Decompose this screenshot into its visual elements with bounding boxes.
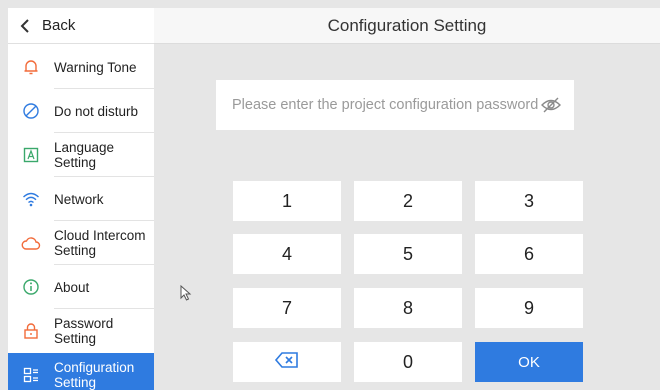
password-field[interactable] — [216, 80, 574, 130]
language-icon — [8, 146, 54, 164]
page-header: Configuration Setting — [154, 8, 660, 44]
key-0[interactable]: 0 — [354, 342, 462, 382]
app-window: Back Warning Tone Do not disturb Languag… — [0, 0, 660, 390]
back-label: Back — [42, 17, 76, 34]
sidebar-item-network[interactable]: Network — [8, 177, 154, 221]
backspace-icon — [274, 351, 300, 374]
key-9[interactable]: 9 — [475, 288, 583, 328]
key-6[interactable]: 6 — [475, 234, 583, 274]
page-title: Configuration Setting — [327, 15, 487, 35]
sidebar-item-label: Cloud Intercom Setting — [54, 228, 146, 258]
sidebar: Back Warning Tone Do not disturb Languag… — [8, 8, 154, 390]
key-5[interactable]: 5 — [354, 234, 462, 274]
key-7[interactable]: 7 — [233, 288, 341, 328]
sidebar-item-configuration-setting[interactable]: Configuration Setting — [8, 353, 154, 390]
mouse-cursor-icon — [180, 284, 192, 301]
sidebar-item-do-not-disturb[interactable]: Do not disturb — [8, 89, 154, 133]
key-2[interactable]: 2 — [354, 181, 462, 221]
no-disturb-icon — [8, 102, 54, 120]
backspace-button[interactable] — [233, 342, 341, 382]
sidebar-item-label: Language Setting — [54, 140, 115, 170]
key-3[interactable]: 3 — [475, 181, 583, 221]
wifi-icon — [8, 190, 54, 208]
sidebar-item-label: Do not disturb — [54, 103, 139, 119]
bell-icon — [8, 58, 54, 76]
cloud-icon — [8, 234, 54, 252]
configuration-icon — [8, 366, 54, 384]
sidebar-item-label: Password Setting — [54, 316, 114, 346]
sidebar-item-label: Configuration Setting — [54, 360, 135, 390]
chevron-left-icon — [8, 18, 42, 34]
main-panel: 1 2 3 4 5 6 7 8 9 0 OK — [154, 45, 660, 390]
info-icon — [8, 278, 54, 296]
sidebar-item-cloud-intercom-setting[interactable]: Cloud Intercom Setting — [8, 221, 154, 265]
sidebar-item-about[interactable]: About — [8, 265, 154, 309]
sidebar-item-label: About — [54, 279, 90, 295]
ok-button[interactable]: OK — [475, 342, 583, 382]
back-button[interactable]: Back — [8, 8, 154, 44]
sidebar-item-label: Warning Tone — [54, 59, 137, 75]
lock-icon — [8, 322, 54, 340]
sidebar-item-language-setting[interactable]: Language Setting — [8, 133, 154, 177]
eye-off-icon[interactable] — [540, 95, 562, 115]
key-8[interactable]: 8 — [354, 288, 462, 328]
key-4[interactable]: 4 — [233, 234, 341, 274]
sidebar-item-password-setting[interactable]: Password Setting — [8, 309, 154, 353]
sidebar-item-warning-tone[interactable]: Warning Tone — [8, 45, 154, 89]
sidebar-item-label: Network — [54, 191, 104, 207]
key-1[interactable]: 1 — [233, 181, 341, 221]
password-input[interactable] — [232, 97, 550, 113]
